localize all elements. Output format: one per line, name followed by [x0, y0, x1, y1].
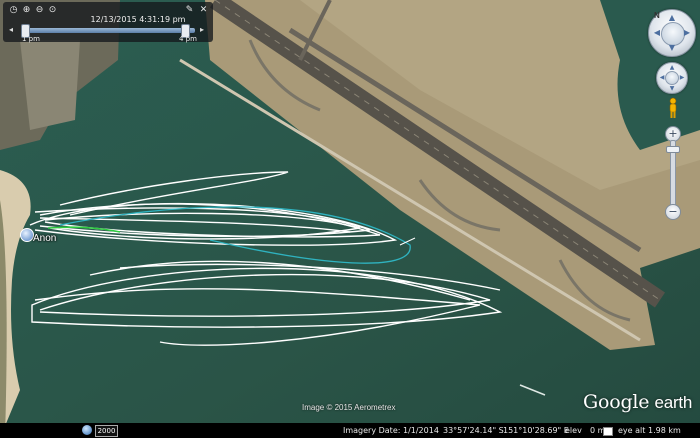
slider-end-label: 4 pm — [179, 35, 197, 43]
eye-altitude-label: eye alt — [618, 426, 646, 435]
move-down-icon[interactable]: ▼ — [668, 85, 676, 93]
streaming-progress-icon — [603, 427, 613, 436]
eye-altitude-value: 1.98 km — [648, 426, 681, 435]
building-area — [20, 40, 80, 130]
map-viewport[interactable]: ◷ ⊕ ⊖ ⊙ ✎ ✕ 12/13/2015 4:31:19 pm ◂ ▸ 1 … — [0, 0, 700, 438]
look-up-icon[interactable]: ▲ — [668, 14, 676, 22]
slider-start-label: 1 pm — [22, 35, 40, 43]
close-icon[interactable]: ✕ — [198, 5, 209, 16]
look-down-icon[interactable]: ▼ — [668, 44, 676, 52]
historical-imagery-year[interactable]: 2000 — [95, 425, 118, 437]
zoom-in-icon[interactable]: ⊕ — [21, 5, 32, 16]
move-left-icon[interactable]: ◀ — [658, 74, 666, 82]
longitude-readout: 151°10'28.69" E — [503, 426, 569, 435]
look-right-icon[interactable]: ▶ — [683, 29, 691, 37]
imagery-attribution: Image © 2015 Aerometrex — [302, 403, 396, 412]
look-left-icon[interactable]: ◀ — [653, 29, 661, 37]
logo-word-google: Google — [583, 391, 650, 413]
placemark-icon[interactable] — [20, 228, 34, 242]
time-slider-track[interactable] — [21, 28, 195, 33]
satellite-map[interactable] — [0, 0, 700, 438]
look-control[interactable]: N ▲ ▼ ◀ ▶ — [648, 9, 696, 57]
north-indicator[interactable]: N — [654, 11, 660, 20]
clock-icon[interactable]: ◷ — [8, 5, 19, 16]
step-forward-icon[interactable]: ▸ — [200, 26, 208, 34]
zoom-out-icon[interactable]: ⊖ — [34, 5, 45, 16]
move-up-icon[interactable]: ▲ — [668, 64, 676, 72]
historical-imagery-icon[interactable] — [82, 425, 92, 435]
move-control[interactable]: ▲ ▼ ◀ ▶ — [656, 62, 688, 94]
zoom-out-button[interactable]: − — [665, 204, 681, 220]
street-view-pegman-icon[interactable] — [667, 97, 679, 119]
placemark-label[interactable]: Anon — [33, 233, 56, 244]
move-joystick[interactable] — [665, 71, 679, 85]
step-back-icon[interactable]: ◂ — [9, 26, 17, 34]
latitude-readout: 33°57'24.14" S — [443, 426, 504, 435]
time-slider-panel: ◷ ⊕ ⊖ ⊙ ✎ ✕ 12/13/2015 4:31:19 pm ◂ ▸ 1 … — [3, 2, 213, 43]
google-earth-logo: Google earth — [583, 391, 692, 414]
zoom-slider-thumb[interactable] — [666, 146, 680, 153]
logo-word-earth: earth — [654, 393, 693, 412]
current-time-label: 12/13/2015 4:31:19 pm — [90, 15, 186, 24]
move-right-icon[interactable]: ▶ — [678, 74, 686, 82]
imagery-date: Imagery Date: 1/1/2014 — [343, 426, 439, 435]
elevation-label: elev — [565, 426, 582, 435]
fast-forward-icon[interactable]: ⊙ — [47, 5, 58, 16]
